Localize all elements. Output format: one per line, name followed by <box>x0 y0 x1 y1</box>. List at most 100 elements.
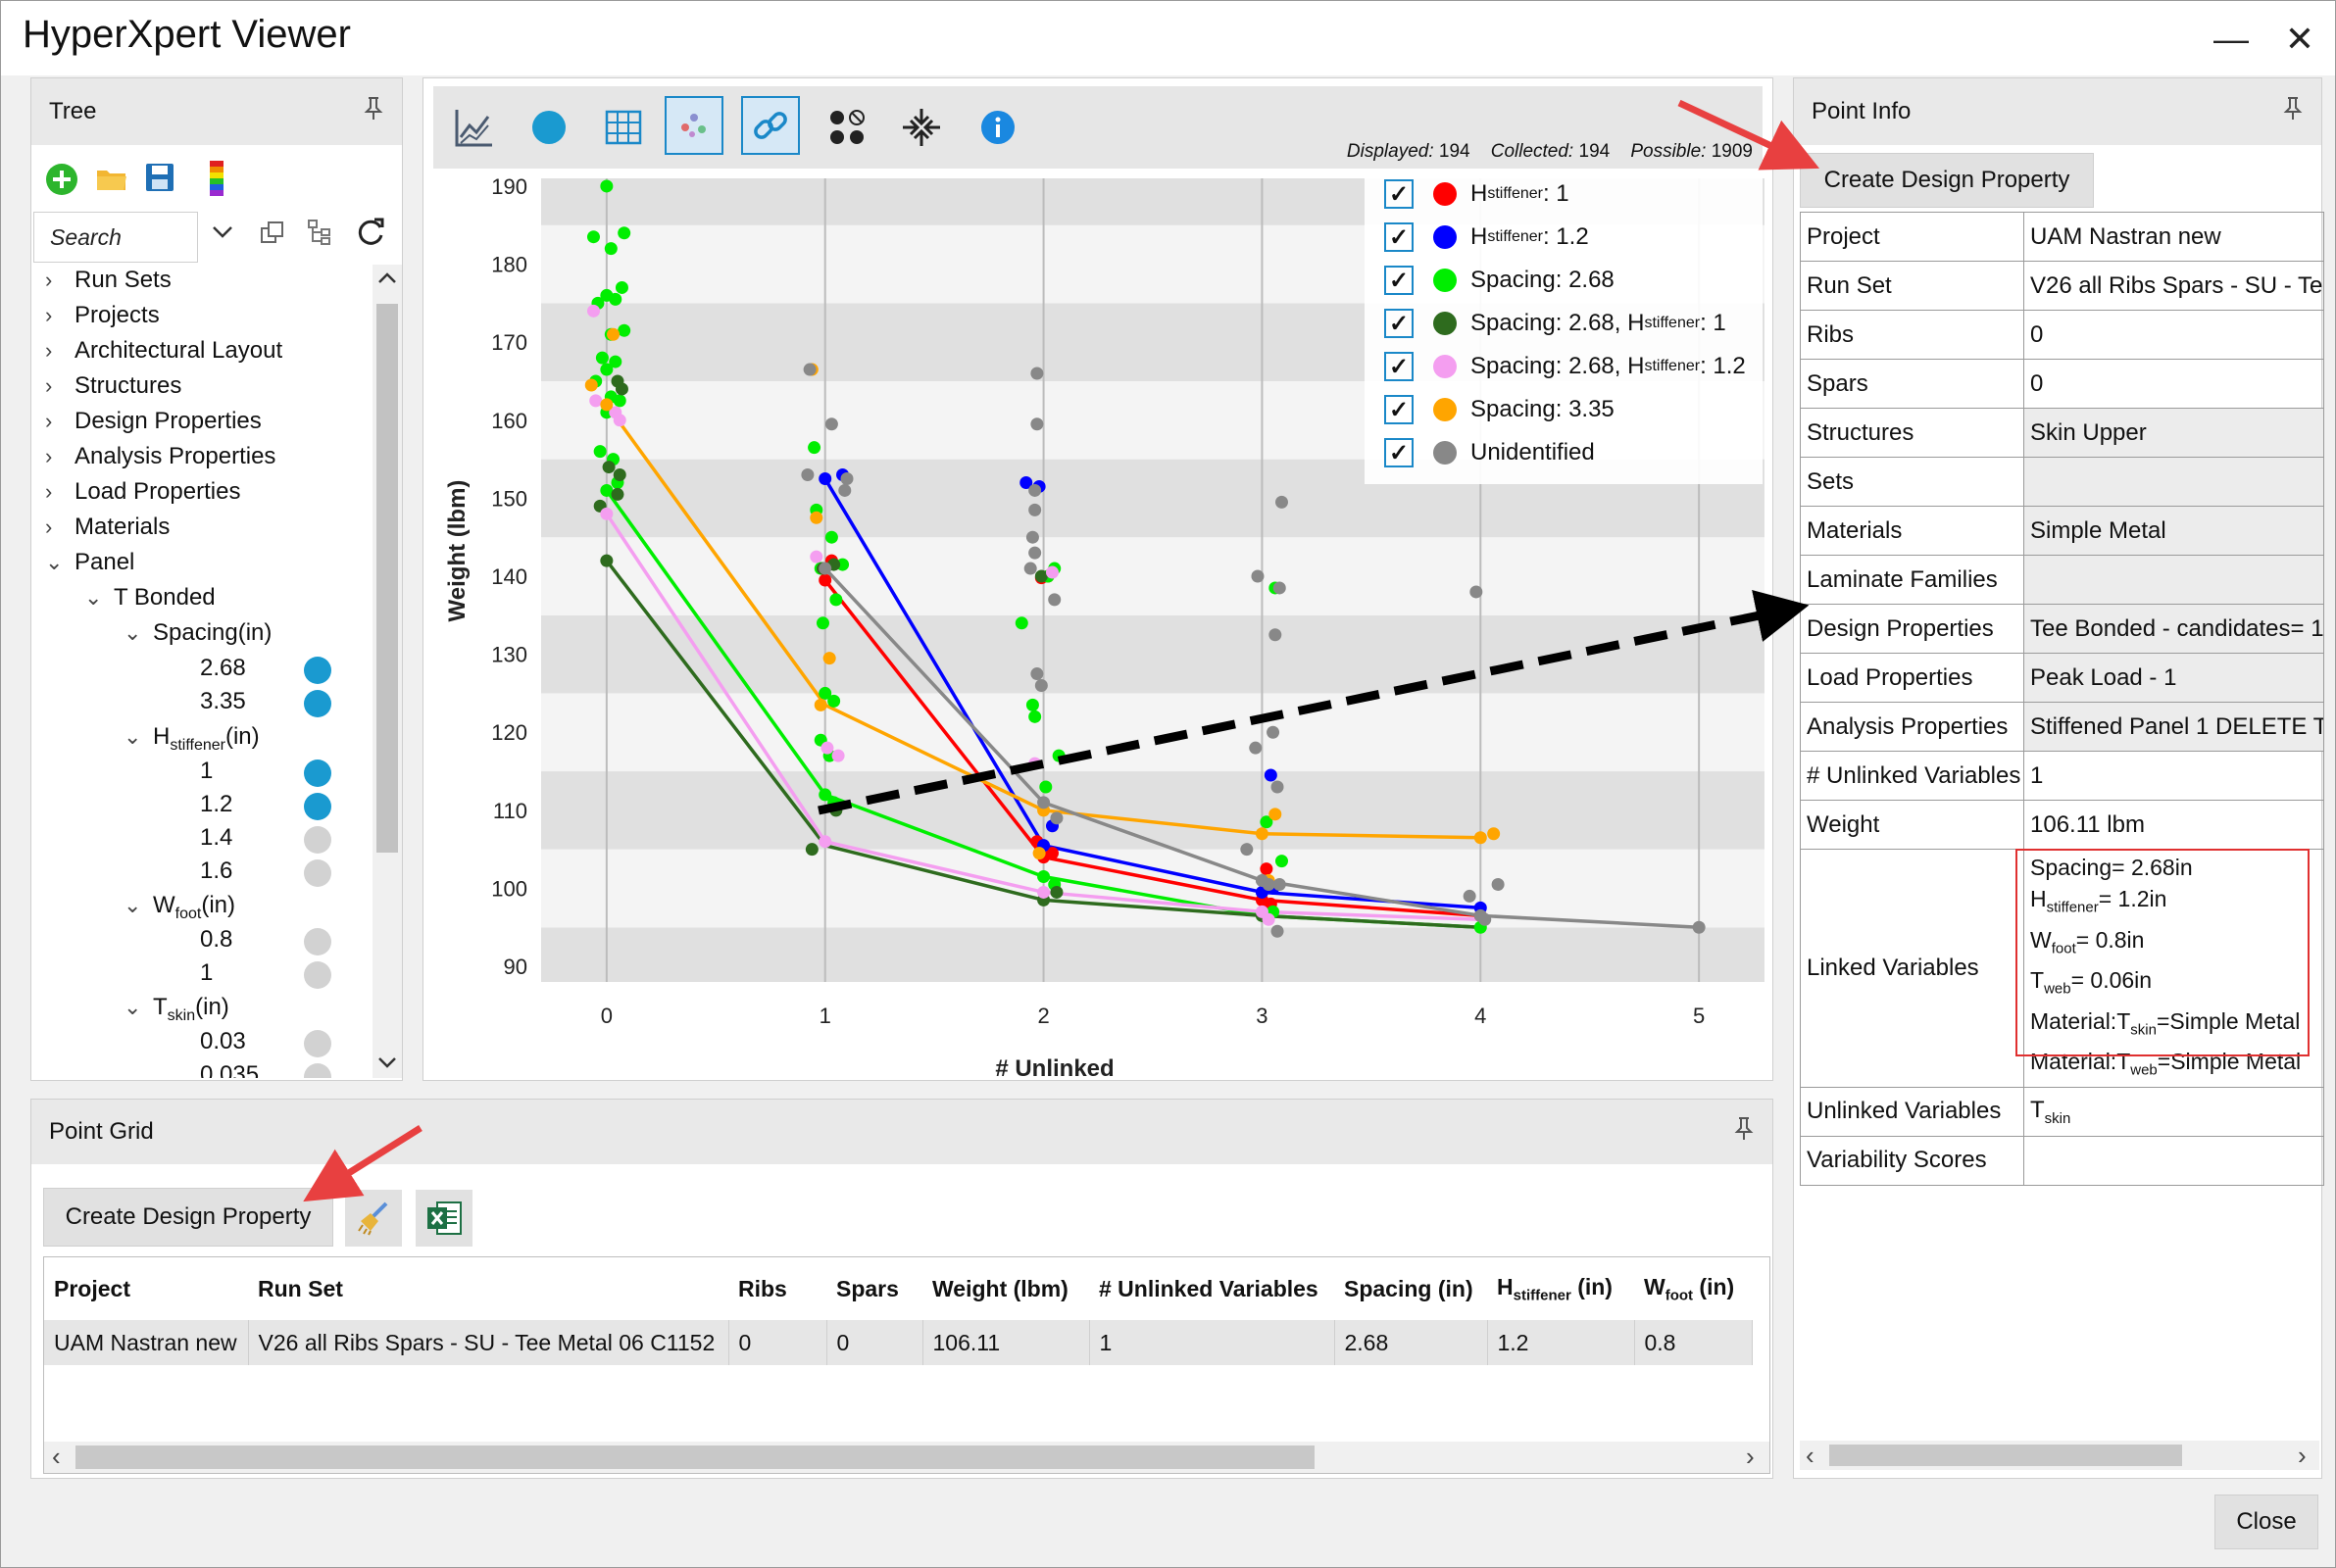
info-icon[interactable] <box>970 100 1025 155</box>
add-icon[interactable] <box>45 163 78 201</box>
tree-value-hstiffener-1-4[interactable]: 1.4 <box>200 824 232 852</box>
grid-cell-wfoot[interactable]: 0.8 <box>1634 1320 1753 1365</box>
grid-create-design-property-button[interactable]: Create Design Property <box>43 1188 333 1247</box>
scroll-left-icon[interactable]: ‹ <box>52 1442 61 1472</box>
grid-header-weight[interactable]: Weight (lbm) <box>922 1257 1089 1320</box>
pi-value-dropdown[interactable]: Peak Load - 1 <box>2023 653 2324 703</box>
pin-icon[interactable] <box>2282 96 2304 128</box>
tree-value-hstiffener-1-2[interactable]: 1.2 <box>200 791 232 818</box>
tree-item-panel[interactable]: ⌄ Panel <box>45 549 134 576</box>
refresh-icon[interactable] <box>355 216 386 252</box>
pi-value-dropdown[interactable]: Stiffened Panel 1 DELETE THIS <box>2023 702 2324 752</box>
scroll-down-icon[interactable] <box>378 1056 396 1074</box>
link-icon[interactable] <box>741 96 800 155</box>
chevron-down-icon[interactable]: ⌄ <box>124 893 153 918</box>
legend-item-hstiffener-1-2[interactable]: ✓ Hstiffener: 1.2 <box>1365 216 1589 259</box>
tree-item-wfoot[interactable]: ⌄ Wfoot(in) <box>124 892 235 923</box>
tree-item-architectural-layout[interactable]: › Architectural Layout <box>45 337 282 365</box>
table-row[interactable]: UAM Nastran new V26 all Ribs Spars - SU … <box>44 1320 1753 1365</box>
chevron-down-icon[interactable]: ⌄ <box>84 585 114 611</box>
tree-item-spacing[interactable]: ⌄ Spacing(in) <box>124 619 272 647</box>
scroll-left-icon[interactable]: ‹ <box>1806 1441 1814 1471</box>
chevron-down-icon[interactable] <box>212 225 233 244</box>
chevron-down-icon[interactable]: ⌄ <box>45 550 75 575</box>
tree-value-spacing-2-68[interactable]: 2.68 <box>200 655 246 682</box>
grid-cell-hstiffener[interactable]: 1.2 <box>1487 1320 1635 1365</box>
grid-cell-unlinked[interactable]: 1 <box>1089 1320 1335 1365</box>
collapse-all-icon[interactable] <box>261 221 284 248</box>
tree-item-hstiffener[interactable]: ⌄ Hstiffener(in) <box>124 723 260 755</box>
open-folder-icon[interactable] <box>96 165 127 197</box>
pi-value-dropdown[interactable] <box>2023 555 2324 605</box>
scrollbar-thumb[interactable] <box>75 1446 1315 1469</box>
chevron-right-icon[interactable]: › <box>45 409 75 434</box>
unselected-dot-icon[interactable] <box>304 961 331 989</box>
minimize-button[interactable]: — <box>2207 15 2256 64</box>
legend-item-hstiffener-1[interactable]: ✓ Hstiffener: 1 <box>1365 172 1569 216</box>
circle-marker-icon[interactable] <box>522 100 576 155</box>
scroll-right-icon[interactable]: › <box>2298 1441 2307 1471</box>
checkbox-checked-icon[interactable]: ✓ <box>1384 438 1414 467</box>
chevron-right-icon[interactable]: › <box>45 338 75 364</box>
tree-search-input[interactable]: Search <box>33 212 198 263</box>
legend-item-spacing-2-68-hstiffener-1[interactable]: ✓ Spacing: 2.68, Hstiffener: 1 <box>1365 302 1726 345</box>
grid-cell-spacing[interactable]: 2.68 <box>1334 1320 1488 1365</box>
marker-shapes-icon[interactable] <box>820 100 874 155</box>
selected-dot-icon[interactable] <box>304 793 331 820</box>
close-button[interactable]: Close <box>2214 1494 2318 1549</box>
tree-item-design-properties[interactable]: › Design Properties <box>45 408 262 435</box>
checkbox-checked-icon[interactable]: ✓ <box>1384 395 1414 424</box>
checkbox-checked-icon[interactable]: ✓ <box>1384 266 1414 295</box>
pi-value-dropdown[interactable]: Simple Metal <box>2023 506 2324 556</box>
legend-item-spacing-2-68[interactable]: ✓ Spacing: 2.68 <box>1365 259 1615 302</box>
grid-header-wfoot[interactable]: Wfoot (in) <box>1634 1257 1752 1320</box>
legend-item-spacing-3-35[interactable]: ✓ Spacing: 3.35 <box>1365 388 1615 431</box>
grid-cell-project[interactable]: UAM Nastran new <box>44 1320 249 1365</box>
pi-value-dropdown[interactable]: Skin Upper <box>2023 408 2324 458</box>
chevron-down-icon[interactable]: ⌄ <box>124 995 153 1020</box>
zoom-fit-icon[interactable] <box>894 100 949 155</box>
grid-cell-weight[interactable]: 106.11 <box>922 1320 1090 1365</box>
legend-item-spacing-2-68-hstiffener-1-2[interactable]: ✓ Spacing: 2.68, Hstiffener: 1.2 <box>1365 345 1746 388</box>
tree-value-spacing-3-35[interactable]: 3.35 <box>200 688 246 715</box>
grid-header-ribs[interactable]: Ribs <box>728 1257 826 1320</box>
unselected-dot-icon[interactable] <box>304 928 331 956</box>
broom-icon[interactable] <box>345 1190 402 1247</box>
tree-scrollbar-thumb[interactable] <box>376 304 398 853</box>
excel-export-icon[interactable] <box>416 1190 472 1247</box>
scrollbar-thumb[interactable] <box>1829 1445 2182 1466</box>
grid-cell-run-set[interactable]: V26 all Ribs Spars - SU - Tee Metal 06 C… <box>248 1320 729 1365</box>
tree-scrollbar[interactable] <box>373 265 402 1078</box>
grid-header-spacing[interactable]: Spacing (in) <box>1334 1257 1487 1320</box>
tree-item-load-properties[interactable]: › Load Properties <box>45 478 240 506</box>
tree-item-run-sets[interactable]: › Run Sets <box>45 267 172 294</box>
tree-value-hstiffener-1[interactable]: 1 <box>200 758 213 785</box>
tree-item-structures[interactable]: › Structures <box>45 372 181 400</box>
tree-value-wfoot-0-8[interactable]: 0.8 <box>200 926 232 954</box>
chevron-right-icon[interactable]: › <box>45 268 75 293</box>
unselected-dot-icon[interactable] <box>304 1030 331 1057</box>
tree-item-projects[interactable]: › Projects <box>45 302 160 329</box>
checkbox-checked-icon[interactable]: ✓ <box>1384 179 1414 209</box>
tree-value-wfoot-1[interactable]: 1 <box>200 959 213 987</box>
chevron-down-icon[interactable]: ⌄ <box>124 724 153 750</box>
grid-header-run-set[interactable]: Run Set <box>248 1257 728 1320</box>
grid-header-project[interactable]: Project <box>44 1257 248 1320</box>
checkbox-checked-icon[interactable]: ✓ <box>1384 222 1414 252</box>
selected-dot-icon[interactable] <box>304 690 331 717</box>
point-info-hscrollbar[interactable]: ‹ › <box>1800 1441 2319 1470</box>
scroll-right-icon[interactable]: › <box>1746 1442 1755 1472</box>
unselected-dot-icon[interactable] <box>304 1063 331 1078</box>
chevron-down-icon[interactable]: ⌄ <box>124 620 153 646</box>
line-chart-icon[interactable] <box>447 100 502 155</box>
pin-icon[interactable] <box>363 96 384 128</box>
chevron-right-icon[interactable]: › <box>45 373 75 399</box>
tree-item-materials[interactable]: › Materials <box>45 514 170 541</box>
pin-icon[interactable] <box>1733 1116 1755 1149</box>
checkbox-checked-icon[interactable]: ✓ <box>1384 309 1414 338</box>
grid-table-icon[interactable] <box>596 100 651 155</box>
unselected-dot-icon[interactable] <box>304 826 331 854</box>
grid-hscrollbar[interactable]: ‹ › <box>44 1442 1769 1473</box>
checkbox-checked-icon[interactable]: ✓ <box>1384 352 1414 381</box>
legend-item-unidentified[interactable]: ✓ Unidentified <box>1365 431 1595 474</box>
